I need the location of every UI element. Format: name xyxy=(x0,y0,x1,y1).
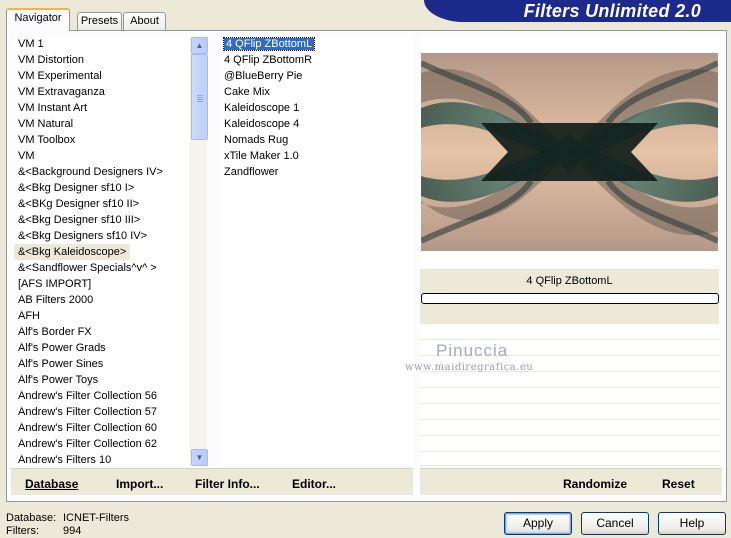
import-label: Import... xyxy=(116,477,164,491)
category-item[interactable]: &<Background Designers IV> xyxy=(14,164,190,180)
left-toolbar: Database Import... Filter Info... Editor… xyxy=(11,468,413,495)
category-item[interactable]: &<Bkg Kaleidoscope> xyxy=(14,244,131,260)
category-item[interactable]: AB Filters 2000 xyxy=(14,292,190,308)
filter-list[interactable]: 4 QFlip ZBottomL 4 QFlip ZBottomR @BlueBer… xyxy=(220,35,413,466)
category-item[interactable]: Alf's Power Toys xyxy=(14,372,190,388)
category-item[interactable]: AFH xyxy=(14,308,190,324)
import-button[interactable]: Import... xyxy=(116,477,163,491)
category-item[interactable]: VM 1 xyxy=(14,36,190,52)
randomize-label: Randomize xyxy=(563,477,628,491)
status-database: Database: ICNET-Filters xyxy=(6,512,129,525)
category-item[interactable]: &<Bkg Designer sf10 I> xyxy=(14,180,190,196)
apply-button[interactable]: Apply xyxy=(504,512,572,535)
category-item[interactable]: VM xyxy=(14,148,190,164)
category-item[interactable]: Alf's Power Sines xyxy=(14,356,190,372)
tab-presets[interactable]: Presets xyxy=(77,12,122,30)
category-item[interactable]: &<BKg Designer sf10 II> xyxy=(14,196,190,212)
parameter-header xyxy=(420,304,719,324)
cancel-button[interactable]: Cancel xyxy=(581,512,649,535)
category-item[interactable]: &<Bkg Designer sf10 III> xyxy=(14,212,190,228)
database-status-label: Database: xyxy=(6,512,57,524)
filters-status-label: Filters: xyxy=(6,525,39,537)
help-button[interactable]: Help xyxy=(658,512,726,535)
database-button[interactable]: Database xyxy=(25,477,78,491)
category-item[interactable]: VM Natural xyxy=(14,116,190,132)
category-item[interactable]: Andrew's Filter Collection 60 xyxy=(14,420,190,436)
selected-filter-name: 4 QFlip ZBottomL xyxy=(420,269,719,293)
category-item[interactable]: VM Experimental xyxy=(14,68,190,84)
scroll-thumb[interactable] xyxy=(191,54,208,140)
tab-navigator[interactable]: Navigator xyxy=(6,8,70,31)
scroll-down-button[interactable]: ▼ xyxy=(191,449,208,466)
category-item[interactable]: VM Extravaganza xyxy=(14,84,190,100)
category-item[interactable]: VM Toolbox xyxy=(14,132,190,148)
filter-info-button[interactable]: Filter Info... xyxy=(195,477,260,491)
tab-about-label: About xyxy=(130,15,159,27)
parameter-row xyxy=(420,405,719,420)
filter-item[interactable]: Cake Mix xyxy=(220,84,413,100)
reset-button[interactable]: Reset xyxy=(662,477,695,491)
category-item[interactable]: Alf's Border FX xyxy=(14,324,190,340)
parameter-row xyxy=(420,453,719,466)
category-item[interactable]: Andrew's Filter Collection 57 xyxy=(14,404,190,420)
filters-status-value: 994 xyxy=(63,525,82,537)
editor-label: Editor... xyxy=(292,477,337,491)
reset-label: Reset xyxy=(662,477,695,491)
filter-item[interactable]: Zandflower xyxy=(220,164,413,180)
filter-item[interactable]: Kaleidoscope 1 xyxy=(220,100,413,116)
parameter-row xyxy=(420,389,719,404)
parameter-row xyxy=(420,437,719,452)
progress-bar xyxy=(421,293,719,304)
tab-navigator-label: Navigator xyxy=(14,12,62,24)
category-item[interactable]: Andrew's Filter Collection 62 xyxy=(14,436,190,452)
right-toolbar: Randomize Reset xyxy=(420,468,722,495)
app-title: Filters Unlimited 2.0 xyxy=(523,1,701,21)
editor-button[interactable]: Editor... xyxy=(292,477,336,491)
parameter-row xyxy=(420,373,719,388)
status-filters: Filters: 994 xyxy=(6,525,81,538)
randomize-button[interactable]: Randomize xyxy=(563,477,627,491)
database-status-value: ICNET-Filters xyxy=(63,512,129,524)
tab-presets-label: Presets xyxy=(80,15,119,27)
filter-item[interactable]: Kaleidoscope 4 xyxy=(220,116,413,132)
filter-info-label: Filter Info... xyxy=(195,477,260,491)
filter-item[interactable]: Nomads Rug xyxy=(220,132,413,148)
filter-item[interactable]: xTile Maker 1.0 xyxy=(220,148,413,164)
tab-about[interactable]: About xyxy=(123,12,166,30)
filter-item[interactable]: 4 QFlip ZBottomR xyxy=(220,52,413,68)
app-title-banner: Filters Unlimited 2.0 xyxy=(424,0,731,22)
scroll-up-button[interactable]: ▲ xyxy=(191,37,208,54)
category-item[interactable]: Andrew's Filter Collection 56 xyxy=(14,388,190,404)
filter-item[interactable]: 4 QFlip ZBottomL xyxy=(220,36,413,52)
category-item[interactable]: Andrew's Filters 10 xyxy=(14,452,190,466)
parameter-row xyxy=(420,325,719,340)
help-label: Help xyxy=(679,516,705,530)
category-scrollbar[interactable]: ▲ ▼ xyxy=(190,37,208,466)
category-item[interactable]: VM Distortion xyxy=(14,52,190,68)
category-item[interactable]: Alf's Power Grads xyxy=(14,340,190,356)
category-list[interactable]: VM 1 VM Distortion VM Experimental VM Extra… xyxy=(14,35,190,466)
category-item[interactable]: &<Bkg Designers sf10 IV> xyxy=(14,228,190,244)
watermark-name: Pinuccia xyxy=(436,341,509,360)
cancel-label: Cancel xyxy=(596,516,634,530)
filter-item-label: 4 QFlip ZBottomL xyxy=(222,37,316,51)
category-item[interactable]: [AFS IMPORT] xyxy=(14,276,190,292)
database-label: Database xyxy=(25,477,79,491)
filter-preview-image xyxy=(421,53,718,251)
category-item[interactable]: &<Sandflower Specials^v^ > xyxy=(14,260,190,276)
apply-label: Apply xyxy=(522,516,554,530)
watermark-url: www.maidiregrafica.eu xyxy=(405,362,534,373)
filter-item[interactable]: @BlueBerry Pie xyxy=(220,68,413,84)
category-item[interactable]: VM Instant Art xyxy=(14,100,190,116)
parameter-row xyxy=(420,421,719,436)
